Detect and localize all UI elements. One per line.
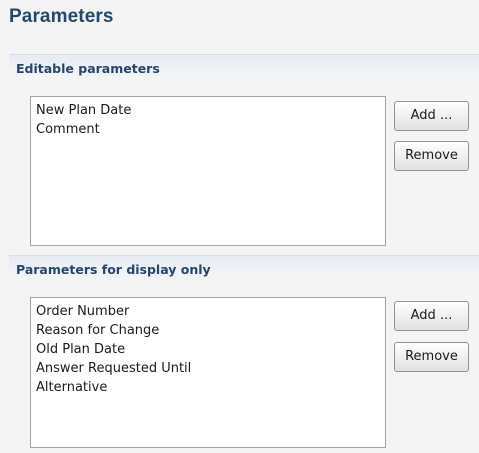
list-item[interactable]: Order Number (31, 302, 385, 321)
editable-add-button[interactable]: Add ... (394, 101, 469, 131)
editable-parameters-items: New Plan Date Comment (31, 97, 385, 139)
list-item[interactable]: Old Plan Date (31, 340, 385, 359)
display-only-parameters-title: Parameters for display only (16, 262, 211, 277)
page-title: Parameters (9, 6, 114, 27)
list-item[interactable]: Comment (31, 120, 385, 139)
display-only-remove-button[interactable]: Remove (394, 342, 469, 372)
list-item[interactable]: Answer Requested Until (31, 359, 385, 378)
editable-parameters-header: Editable parameters (9, 54, 479, 83)
parameters-page: Parameters Editable parameters New Plan … (0, 0, 479, 453)
list-item[interactable]: New Plan Date (31, 101, 385, 120)
display-only-add-button[interactable]: Add ... (394, 301, 469, 331)
editable-parameters-title: Editable parameters (16, 61, 160, 76)
list-item[interactable]: Alternative (31, 378, 385, 397)
display-only-parameters-header: Parameters for display only (9, 255, 479, 284)
display-only-parameters-list[interactable]: Order Number Reason for Change Old Plan … (30, 297, 386, 448)
editable-parameters-list[interactable]: New Plan Date Comment (30, 96, 386, 246)
list-item[interactable]: Reason for Change (31, 321, 385, 340)
editable-remove-button[interactable]: Remove (394, 141, 469, 171)
display-only-parameters-items: Order Number Reason for Change Old Plan … (31, 298, 385, 397)
